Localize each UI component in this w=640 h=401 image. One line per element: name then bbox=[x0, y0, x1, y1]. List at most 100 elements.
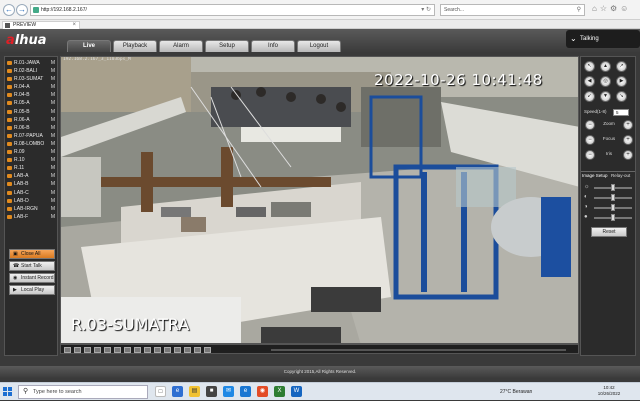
menu-playback[interactable]: Playback bbox=[113, 40, 157, 52]
channel-item[interactable]: R.10 M bbox=[5, 156, 57, 164]
record-toolbar-icon[interactable] bbox=[144, 347, 151, 353]
search-icon[interactable]: ⚲ bbox=[577, 5, 581, 15]
previous-icon[interactable] bbox=[194, 347, 201, 353]
taskbar-search-input[interactable]: ⚲ Type here to search bbox=[18, 385, 148, 399]
channel-stream-mode[interactable]: M bbox=[51, 164, 55, 172]
layout-25-icon[interactable] bbox=[114, 347, 121, 353]
start-talk-button[interactable]: ☎ Start Talk bbox=[9, 261, 55, 271]
channel-stream-mode[interactable]: M bbox=[51, 213, 55, 221]
channel-stream-mode[interactable]: M bbox=[51, 205, 55, 213]
iris-minus-button[interactable]: − bbox=[585, 150, 595, 160]
browser-icons[interactable]: ⌂☆⚙☺ bbox=[592, 4, 631, 13]
zoom-in-button[interactable]: + bbox=[623, 120, 633, 130]
layout-9-icon[interactable] bbox=[94, 347, 101, 353]
forward-icon[interactable]: → bbox=[16, 4, 28, 16]
ptz-up-left-icon[interactable]: ↖ bbox=[584, 61, 595, 72]
menu-logout[interactable]: Logout bbox=[297, 40, 341, 52]
store-icon[interactable]: ■ bbox=[206, 386, 217, 397]
layout-1-icon[interactable] bbox=[74, 347, 81, 353]
channel-item[interactable]: R.01-JAWA M bbox=[5, 59, 57, 67]
channel-stream-mode[interactable]: M bbox=[51, 91, 55, 99]
channel-item[interactable]: LAB-A M bbox=[5, 172, 57, 180]
close-icon[interactable]: × bbox=[72, 22, 76, 29]
slider-handle[interactable] bbox=[611, 214, 615, 221]
channel-item[interactable]: LAB-B M bbox=[5, 180, 57, 188]
instant-record-button[interactable]: ◉ Instant Record bbox=[9, 273, 55, 283]
layout-36-icon[interactable] bbox=[124, 347, 131, 353]
snapshot-icon[interactable] bbox=[134, 347, 141, 353]
slider-handle[interactable] bbox=[611, 184, 615, 191]
slider-handle[interactable] bbox=[611, 194, 615, 201]
channel-stream-mode[interactable]: M bbox=[51, 140, 55, 148]
menu-alarm[interactable]: Alarm bbox=[159, 40, 203, 52]
channel-stream-mode[interactable]: M bbox=[51, 116, 55, 124]
refresh-icon[interactable]: ▾ ↻ bbox=[421, 5, 431, 15]
close-all-button[interactable]: ▣ Close All bbox=[9, 249, 55, 259]
ptz-down-icon[interactable]: ▼ bbox=[600, 91, 611, 102]
close-window-icon[interactable] bbox=[184, 347, 191, 353]
speed-select[interactable]: 5 bbox=[613, 109, 629, 116]
channel-stream-mode[interactable]: M bbox=[51, 156, 55, 164]
menu-info[interactable]: Info bbox=[251, 40, 295, 52]
channel-item[interactable]: R.04-B M bbox=[5, 91, 57, 99]
ptz-down-left-icon[interactable]: ↙ bbox=[584, 91, 595, 102]
address-bar[interactable]: http://192.168.2.167/ ▾ ↻ bbox=[30, 4, 435, 16]
channel-stream-mode[interactable]: M bbox=[51, 189, 55, 197]
word-icon[interactable]: W bbox=[291, 386, 302, 397]
channel-stream-mode[interactable]: M bbox=[51, 75, 55, 83]
task-view-icon[interactable]: □ bbox=[155, 386, 166, 397]
channel-stream-mode[interactable]: M bbox=[51, 124, 55, 132]
file-explorer-icon[interactable]: ▤ bbox=[189, 386, 200, 397]
channel-stream-mode[interactable]: M bbox=[51, 180, 55, 188]
windows-start-icon[interactable] bbox=[3, 387, 13, 397]
ptz-center-icon[interactable]: ◎ bbox=[600, 76, 611, 87]
tab-image-setup[interactable]: Image Setup bbox=[582, 173, 608, 178]
weather-widget[interactable]: 27°C Berawan bbox=[500, 383, 532, 401]
layout-4-icon[interactable] bbox=[84, 347, 91, 353]
menu-setup[interactable]: Setup bbox=[205, 40, 249, 52]
channel-stream-mode[interactable]: M bbox=[51, 108, 55, 116]
channel-item[interactable]: R.06-A M bbox=[5, 116, 57, 124]
video-feed[interactable]: 192.168.2.167_3_1103bps_M 2022-10-26 10:… bbox=[60, 56, 579, 344]
channel-item[interactable]: R.04-A M bbox=[5, 83, 57, 91]
ptz-up-icon[interactable]: ▲ bbox=[600, 61, 611, 72]
back-icon[interactable]: ← bbox=[3, 4, 15, 16]
ptz-right-icon[interactable]: ▶ bbox=[616, 76, 627, 87]
channel-item[interactable]: LAB-IRGN M bbox=[5, 205, 57, 213]
tab-relay-out[interactable]: Relay-out bbox=[611, 173, 630, 178]
channel-item[interactable]: R.07-PAPUA M bbox=[5, 132, 57, 140]
channel-stream-mode[interactable]: M bbox=[51, 197, 55, 205]
chrome-icon[interactable]: ◉ bbox=[257, 386, 268, 397]
reset-button[interactable]: Reset bbox=[591, 227, 627, 237]
talking-panel[interactable]: ⌄ Talking bbox=[566, 30, 640, 48]
clock[interactable]: 10:42 10/26/2022 bbox=[594, 385, 624, 397]
channel-stream-mode[interactable]: M bbox=[51, 83, 55, 91]
channel-stream-mode[interactable]: M bbox=[51, 172, 55, 180]
tab-preview[interactable]: PREVIEW × bbox=[2, 21, 80, 29]
channel-stream-mode[interactable]: M bbox=[51, 132, 55, 140]
local-play-button[interactable]: ▶ Local Play bbox=[9, 285, 55, 295]
channel-item[interactable]: R.02-BALI M bbox=[5, 67, 57, 75]
mail-icon[interactable]: ✉ bbox=[223, 386, 234, 397]
edge-icon[interactable]: e bbox=[172, 386, 183, 397]
channel-stream-mode[interactable]: M bbox=[51, 59, 55, 67]
channel-item[interactable]: R.09 M bbox=[5, 148, 57, 156]
channel-stream-mode[interactable]: M bbox=[51, 67, 55, 75]
next-icon[interactable] bbox=[204, 347, 211, 353]
channel-item[interactable]: LAB-D M bbox=[5, 197, 57, 205]
focus-minus-button[interactable]: − bbox=[585, 135, 595, 145]
channel-item[interactable]: R.03-SUMAT M bbox=[5, 75, 57, 83]
channel-item[interactable]: R.06-B M bbox=[5, 124, 57, 132]
excel-icon[interactable]: X bbox=[274, 386, 285, 397]
ie-icon[interactable]: e bbox=[240, 386, 251, 397]
channel-stream-mode[interactable]: M bbox=[51, 148, 55, 156]
focus-plus-button[interactable]: + bbox=[623, 135, 633, 145]
ptz-down-right-icon[interactable]: ↘ bbox=[616, 91, 627, 102]
search-input[interactable]: Search... ⚲ bbox=[440, 4, 585, 16]
channel-item[interactable]: LAB-C M bbox=[5, 189, 57, 197]
channel-item[interactable]: R.05-B M bbox=[5, 108, 57, 116]
zoom-out-button[interactable]: − bbox=[585, 120, 595, 130]
zoom-digital-icon[interactable] bbox=[164, 347, 171, 353]
channel-item[interactable]: LAB-F M bbox=[5, 213, 57, 221]
channel-item[interactable]: R.11 M bbox=[5, 164, 57, 172]
